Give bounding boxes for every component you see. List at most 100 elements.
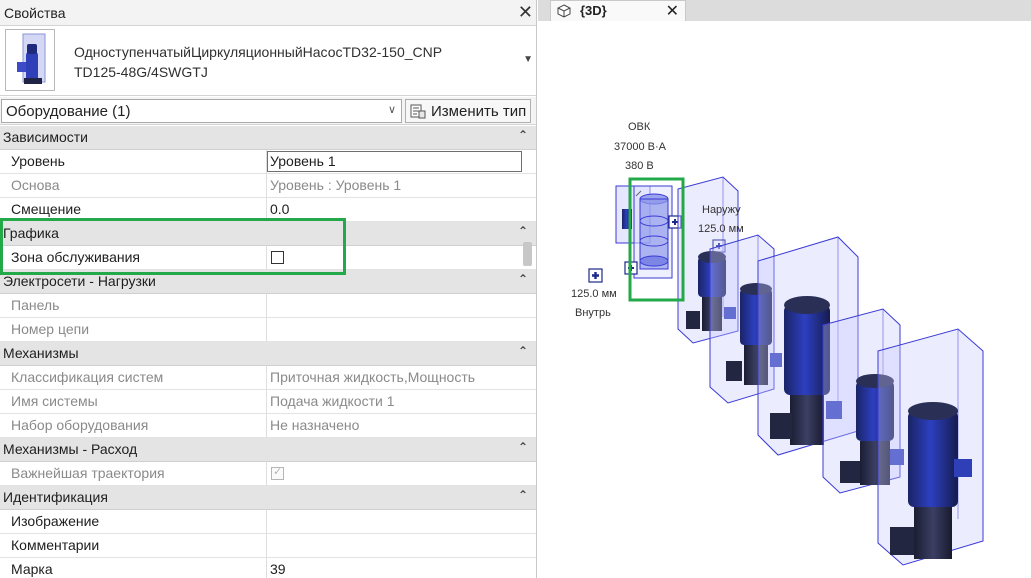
annotation-inside: Внутрь <box>575 307 611 319</box>
properties-grid: Зависимости ⌃ Уровень Уровень 1 Основа У… <box>0 126 536 578</box>
chevron-down-icon: ∨ <box>387 104 396 116</box>
instance-filter-dropdown[interactable]: Оборудование (1) ∨ <box>1 99 402 123</box>
edit-type-button[interactable]: Изменить тип <box>405 99 531 123</box>
group-label: Идентификация <box>3 489 108 505</box>
collapse-icon[interactable]: ⌃ <box>518 344 528 358</box>
collapse-icon[interactable]: ⌃ <box>518 488 528 502</box>
annotation-power: 37000 В·А <box>614 141 666 153</box>
group-label: Графика <box>3 225 59 241</box>
type-name-line-1: ОдноступенчатыйЦиркуляционныйНасосTD32-1… <box>74 44 443 60</box>
property-row-service-zone[interactable]: Зона обслуживания <box>0 246 536 270</box>
group-mechanical[interactable]: Механизмы ⌃ <box>0 342 536 366</box>
tab-label: {3D} <box>580 3 607 18</box>
system-name-value: Подача жидкости 1 <box>270 393 395 409</box>
column-divider <box>266 198 267 222</box>
level-field[interactable]: Уровень 1 <box>267 151 522 172</box>
type-name-line-2: TD125-48G/4SWGTJ <box>74 64 208 80</box>
property-label: Классификация систем <box>11 369 164 385</box>
palette-title-bar: Свойства ✕ <box>0 0 536 26</box>
annotation-voltage: 380 В <box>625 160 654 172</box>
properties-palette: Свойства ✕ ОдноступенчатыйЦиркуляционный… <box>0 0 537 578</box>
level-value: Уровень 1 <box>270 153 336 169</box>
annotation-ovk: ОВК <box>628 121 651 133</box>
column-divider <box>266 174 267 198</box>
close-icon[interactable]: ✕ <box>666 1 679 21</box>
collapse-icon[interactable]: ⌃ <box>518 128 528 142</box>
model-viewport[interactable]: ОВК 37000 В·А 380 В Наружу 125.0 мм 125.… <box>538 21 1031 578</box>
property-row-offset[interactable]: Смещение 0.0 <box>0 198 536 222</box>
property-label: Панель <box>11 297 60 313</box>
palette-title: Свойства <box>4 5 66 21</box>
chevron-down-icon[interactable]: ▼ <box>523 54 533 65</box>
property-label: Важнейшая траектория <box>11 465 165 481</box>
scrollbar-thumb[interactable] <box>523 242 532 266</box>
property-row-system-name: Имя системы Подача жидкости 1 <box>0 390 536 414</box>
annotation-inside-size: 125.0 мм <box>571 288 617 300</box>
column-divider <box>266 534 267 558</box>
type-preview-thumbnail <box>5 29 55 91</box>
column-divider <box>266 414 267 438</box>
group-electrical-loads[interactable]: Электросети - Нагрузки ⌃ <box>0 270 536 294</box>
property-label: Зона обслуживания <box>11 249 141 265</box>
instance-filter-row: Оборудование (1) ∨ Изменить тип <box>0 97 536 125</box>
instance-filter-value: Оборудование (1) <box>6 103 131 120</box>
property-label: Набор оборудования <box>11 417 149 433</box>
group-graphics[interactable]: Графика ⌃ <box>0 222 536 246</box>
host-value: Уровень : Уровень 1 <box>270 177 402 193</box>
property-label: Основа <box>11 177 60 193</box>
column-divider <box>266 318 267 342</box>
edit-type-icon <box>410 104 426 119</box>
property-label: Комментарии <box>11 537 100 553</box>
column-divider <box>266 462 267 486</box>
property-row-image[interactable]: Изображение <box>0 510 536 534</box>
edit-type-label: Изменить тип <box>431 103 527 120</box>
property-row-equipment-set: Набор оборудования Не назначено <box>0 414 536 438</box>
group-label: Электросети - Нагрузки <box>3 273 156 289</box>
collapse-icon[interactable]: ⌃ <box>518 440 528 454</box>
property-row-host: Основа Уровень : Уровень 1 <box>0 174 536 198</box>
property-label: Номер цепи <box>11 321 90 337</box>
column-divider <box>266 558 267 578</box>
service-zone-checkbox[interactable] <box>271 251 284 264</box>
column-divider <box>266 510 267 534</box>
property-row-critical-path: Важнейшая траектория <box>0 462 536 486</box>
group-label: Механизмы - Расход <box>3 441 138 457</box>
collapse-icon[interactable]: ⌃ <box>518 224 528 238</box>
property-row-panel: Панель <box>0 294 536 318</box>
type-selector[interactable]: ОдноступенчатыйЦиркуляционныйНасосTD32-1… <box>0 26 536 96</box>
annotation-outside-size: 125.0 мм <box>698 223 744 235</box>
property-label: Имя системы <box>11 393 98 409</box>
cube-icon <box>557 4 571 18</box>
equipment-set-value: Не назначено <box>270 417 360 433</box>
column-divider <box>266 390 267 414</box>
view-tab-bar: {3D} ✕ <box>538 0 1031 21</box>
offset-value[interactable]: 0.0 <box>270 201 289 217</box>
property-label: Марка <box>11 561 53 577</box>
group-constraints[interactable]: Зависимости ⌃ <box>0 126 536 150</box>
property-label: Уровень <box>11 153 65 169</box>
pump-unit[interactable] <box>877 328 984 566</box>
type-name: ОдноступенчатыйЦиркуляционныйНасосTD32-1… <box>74 42 494 82</box>
group-mechanical-flow[interactable]: Механизмы - Расход ⌃ <box>0 438 536 462</box>
property-row-comments[interactable]: Комментарии <box>0 534 536 558</box>
tab-3d-view[interactable]: {3D} ✕ <box>550 0 686 21</box>
view-3d-area: {3D} ✕ ОВК 37000 В·А 380 В Наружу 125.0 … <box>538 0 1031 578</box>
collapse-icon[interactable]: ⌃ <box>518 272 528 286</box>
group-label: Зависимости <box>3 129 88 145</box>
property-row-mark[interactable]: Марка 39 <box>0 558 536 578</box>
property-row-system-classification: Классификация систем Приточная жидкость,… <box>0 366 536 390</box>
column-divider <box>266 366 267 390</box>
group-label: Механизмы <box>3 345 79 361</box>
group-identity[interactable]: Идентификация ⌃ <box>0 486 536 510</box>
property-label: Изображение <box>11 513 100 529</box>
close-icon[interactable]: ✕ <box>518 2 533 22</box>
annotation-outside: Наружу <box>702 204 741 216</box>
property-label: Смещение <box>11 201 82 217</box>
system-classification-value: Приточная жидкость,Мощность <box>270 369 476 385</box>
mark-value[interactable]: 39 <box>270 561 286 577</box>
property-row-level[interactable]: Уровень Уровень 1 <box>0 150 536 174</box>
property-row-circuit: Номер цепи <box>0 318 536 342</box>
column-divider <box>266 246 267 270</box>
column-divider <box>266 294 267 318</box>
critical-path-checkbox <box>271 465 284 480</box>
